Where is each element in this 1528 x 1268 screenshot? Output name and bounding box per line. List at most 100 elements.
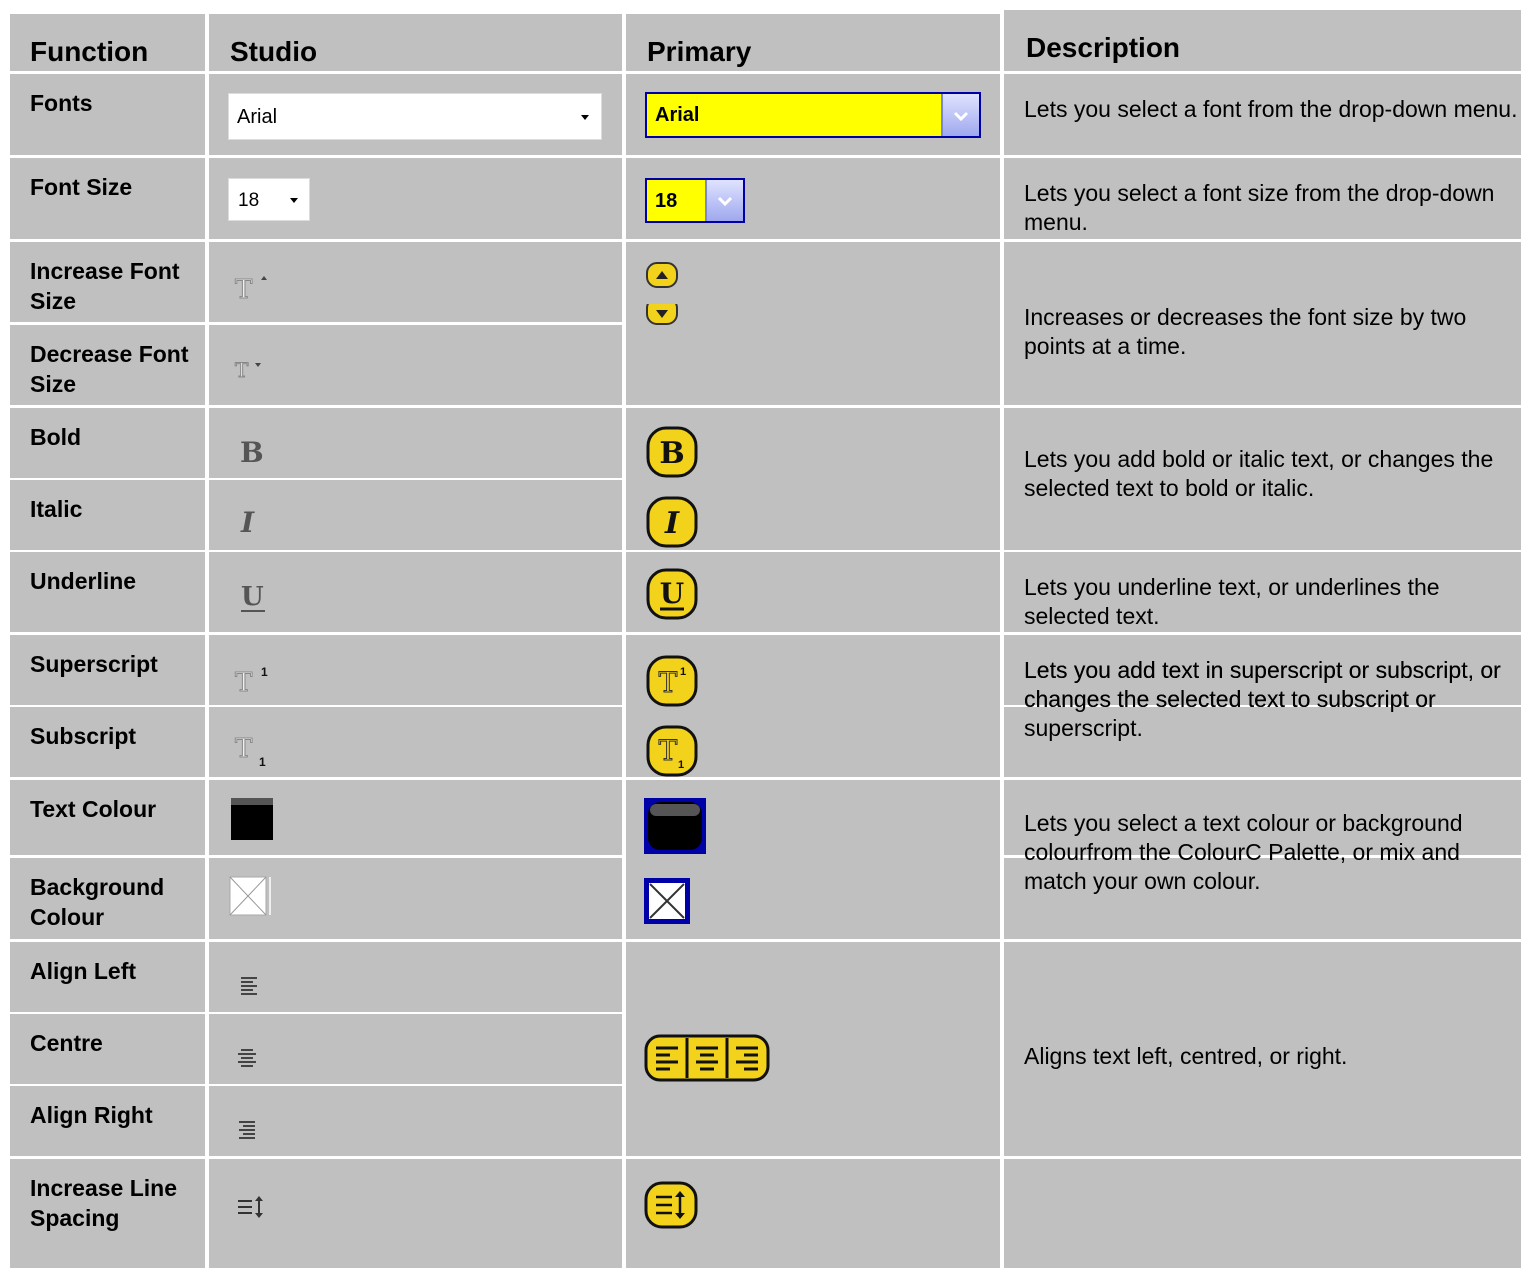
align-right-icon[interactable] xyxy=(237,1116,261,1140)
row-increase-font-label: Increase Font Size xyxy=(10,242,205,322)
primary-font-size-select[interactable]: 18 xyxy=(645,178,745,223)
primary-alignment-buttons[interactable] xyxy=(644,1034,770,1082)
text-decrease-icon[interactable]: T xyxy=(233,355,273,385)
chevron-down-icon[interactable] xyxy=(579,107,591,127)
script-description-text: Lets you add text in superscript or subs… xyxy=(1024,657,1501,741)
row-fonts-label: Fonts xyxy=(10,74,205,155)
align-centre-icon[interactable] xyxy=(237,1044,261,1068)
font-increase-button[interactable] xyxy=(646,262,678,288)
chevron-down-icon[interactable] xyxy=(941,94,979,136)
row-bold-studio: B xyxy=(209,408,622,478)
primary-font-select[interactable]: Arial xyxy=(645,92,981,138)
chevron-down-icon[interactable] xyxy=(705,180,743,221)
row-decrease-font-label: Decrease Font Size xyxy=(10,325,205,405)
row-background-colour-studio xyxy=(209,858,622,939)
header-description-label: Description xyxy=(1026,32,1181,63)
row-line-spacing-description xyxy=(1004,1159,1521,1268)
svg-text:T: T xyxy=(659,734,678,767)
row-increase-font-studio: T xyxy=(209,242,622,322)
row-bold-italic-primary: B I xyxy=(626,408,1000,550)
primary-bold-button[interactable]: B xyxy=(646,426,698,478)
svg-text:I: I xyxy=(240,506,255,538)
header-primary: Primary xyxy=(626,14,1000,71)
svg-text:U: U xyxy=(660,577,684,610)
row-italic-studio: I xyxy=(209,480,622,550)
row-underline-description: Lets you underline text, or underlines t… xyxy=(1004,552,1521,632)
studio-font-value: Arial xyxy=(237,106,278,128)
studio-font-size-value: 18 xyxy=(238,190,260,211)
row-underline-label: Underline xyxy=(10,552,205,632)
row-centre-studio xyxy=(209,1014,622,1084)
svg-text:T: T xyxy=(235,275,253,302)
svg-text:T: T xyxy=(235,734,253,764)
row-bold-italic-description: Lets you add bold or italic text, or cha… xyxy=(1004,408,1521,550)
text-increase-icon[interactable]: T xyxy=(233,272,273,302)
row-superscript-studio: T1 xyxy=(209,635,622,705)
chevron-down-icon[interactable] xyxy=(288,190,300,210)
row-font-size-step-primary xyxy=(626,242,1000,405)
row-background-colour-label: Background Colour xyxy=(10,858,205,939)
primary-underline-button[interactable]: U xyxy=(646,568,698,620)
svg-text:1: 1 xyxy=(261,665,268,679)
row-bold-label: Bold xyxy=(10,408,205,478)
studio-font-size-select[interactable]: 18 xyxy=(228,178,310,221)
row-underline-primary: U xyxy=(626,552,1000,632)
header-studio: Studio xyxy=(209,14,622,71)
subscript-icon[interactable]: T1 xyxy=(233,729,273,770)
row-centre-label: Centre xyxy=(10,1014,205,1084)
header-function-label: Function xyxy=(30,36,149,67)
header-studio-label: Studio xyxy=(230,36,318,67)
row-line-spacing-primary xyxy=(626,1159,1000,1268)
align-left-icon[interactable] xyxy=(239,972,263,996)
svg-text:1: 1 xyxy=(259,755,266,769)
superscript-icon[interactable]: T1 xyxy=(233,663,273,695)
row-fonts-description: Lets you select a font from the drop-dow… xyxy=(1004,74,1521,155)
colour-description-text: Lets you select a text colour or backgro… xyxy=(1024,810,1463,894)
text-colour-icon[interactable] xyxy=(231,798,273,840)
row-underline-studio: U xyxy=(209,552,622,632)
primary-line-spacing-button[interactable] xyxy=(644,1181,698,1231)
font-decrease-button[interactable] xyxy=(646,304,678,326)
header-description: Description xyxy=(1004,10,1521,71)
svg-text:B: B xyxy=(240,436,264,468)
row-line-spacing-studio xyxy=(209,1159,622,1268)
row-align-left-studio xyxy=(209,942,622,1012)
background-colour-icon[interactable] xyxy=(229,876,273,918)
primary-font-value: Arial xyxy=(655,104,700,126)
row-align-left-label: Align Left xyxy=(10,942,205,1012)
row-superscript-label: Superscript xyxy=(10,635,205,705)
row-colour-primary xyxy=(626,780,1000,939)
italic-icon[interactable]: I xyxy=(239,504,271,538)
row-fonts-primary: Arial xyxy=(626,74,1000,155)
row-subscript-label: Subscript xyxy=(10,707,205,777)
row-italic-label: Italic xyxy=(10,480,205,550)
row-script-primary: T1 T1 xyxy=(626,635,1000,777)
row-fonts-studio: Arial xyxy=(209,74,622,155)
row-align-description: Aligns text left, centred, or right. xyxy=(1004,942,1521,1156)
primary-font-size-value: 18 xyxy=(655,190,678,212)
row-font-size-studio: 18 xyxy=(209,158,622,239)
svg-text:1: 1 xyxy=(678,759,684,771)
svg-text:I: I xyxy=(664,506,680,541)
row-align-primary xyxy=(626,942,1000,1156)
primary-background-colour-button[interactable] xyxy=(644,878,690,924)
primary-italic-button[interactable]: I xyxy=(646,496,698,548)
header-primary-label: Primary xyxy=(647,36,752,67)
row-font-size-description: Lets you select a font size from the dro… xyxy=(1004,158,1521,239)
header-function: Function xyxy=(10,14,205,71)
svg-text:T: T xyxy=(235,668,253,695)
bold-icon[interactable]: B xyxy=(239,434,271,468)
primary-superscript-button[interactable]: T1 xyxy=(646,655,698,707)
studio-font-select[interactable]: Arial xyxy=(228,93,602,140)
svg-text:B: B xyxy=(659,436,684,471)
row-font-size-primary: 18 xyxy=(626,158,1000,239)
row-subscript-studio: T1 xyxy=(209,707,622,777)
row-font-size-label: Font Size xyxy=(10,158,205,239)
primary-subscript-button[interactable]: T1 xyxy=(646,725,698,777)
row-align-right-label: Align Right xyxy=(10,1086,205,1156)
underline-icon[interactable]: U xyxy=(239,578,271,614)
line-spacing-icon[interactable] xyxy=(237,1195,267,1221)
row-text-colour-studio xyxy=(209,780,622,855)
svg-text:T: T xyxy=(659,666,678,699)
primary-text-colour-button[interactable] xyxy=(644,798,706,854)
